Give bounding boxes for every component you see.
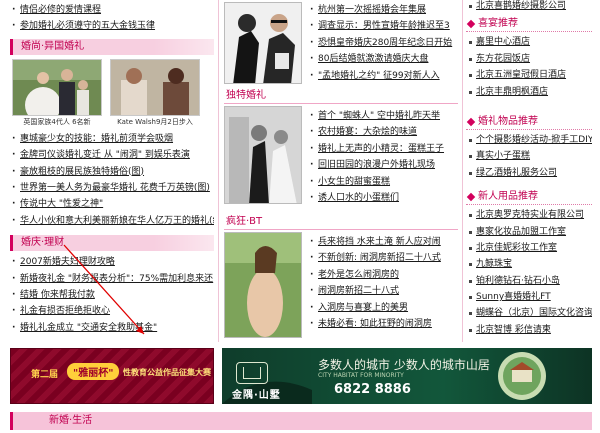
section-header-newlywed-life: 新婚·生活 (10, 412, 592, 430)
annotation-arrow-icon (63, 244, 145, 335)
